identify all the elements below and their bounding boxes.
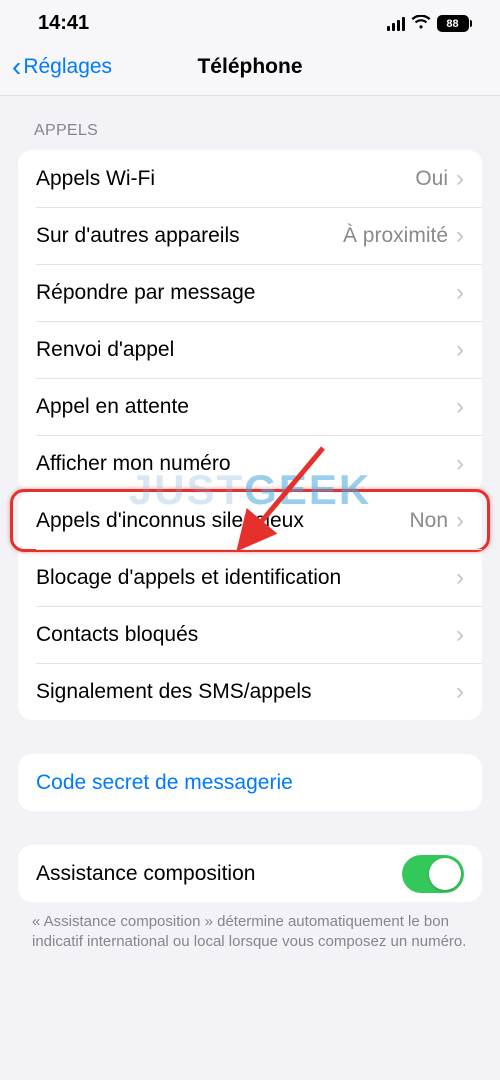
row-call-forwarding[interactable]: Renvoi d'appel › [18, 321, 482, 378]
battery-icon: 88 [437, 15, 473, 32]
row-wifi-calling[interactable]: Appels Wi-Fi Oui › [18, 150, 482, 207]
row-label: Blocage d'appels et identification [36, 566, 341, 590]
chevron-right-icon: › [456, 224, 464, 248]
dial-assist-footer: « Assistance composition » détermine aut… [0, 902, 500, 953]
back-button[interactable]: ‹ Réglages [12, 55, 112, 79]
settings-group-calls: Appels Wi-Fi Oui › Sur d'autres appareil… [18, 150, 482, 492]
row-sms-call-reporting[interactable]: Signalement des SMS/appels › [18, 663, 482, 720]
row-value: À proximité [343, 224, 448, 248]
status-indicators: 88 [387, 15, 473, 33]
settings-group-voicemail: Code secret de messagerie [18, 754, 482, 811]
row-label: Appels d'inconnus silencieux [36, 509, 304, 533]
row-value: Non [409, 509, 448, 533]
chevron-right-icon: › [456, 338, 464, 362]
row-label: Appels Wi-Fi [36, 167, 155, 191]
settings-group-dial-assist: Assistance composition [18, 845, 482, 902]
row-label: Renvoi d'appel [36, 338, 174, 362]
row-label: Contacts bloqués [36, 623, 198, 647]
row-call-blocking-id[interactable]: Blocage d'appels et identification › [18, 549, 482, 606]
row-label: Afficher mon numéro [36, 452, 231, 476]
status-bar: 14:41 88 [0, 0, 500, 41]
nav-bar: ‹ Réglages Téléphone [0, 41, 500, 96]
row-silence-unknown-callers[interactable]: Appels d'inconnus silencieux Non › [18, 492, 482, 549]
section-header-calls: APPELS [0, 96, 500, 150]
chevron-right-icon: › [456, 566, 464, 590]
row-blocked-contacts[interactable]: Contacts bloqués › [18, 606, 482, 663]
settings-group-blocking: Appels d'inconnus silencieux Non › Bloca… [18, 492, 482, 720]
row-show-my-number[interactable]: Afficher mon numéro › [18, 435, 482, 492]
row-value: Oui [415, 167, 448, 191]
chevron-right-icon: › [456, 509, 464, 533]
chevron-left-icon: ‹ [12, 60, 21, 74]
chevron-right-icon: › [456, 281, 464, 305]
chevron-right-icon: › [456, 623, 464, 647]
chevron-right-icon: › [456, 680, 464, 704]
row-other-devices[interactable]: Sur d'autres appareils À proximité › [18, 207, 482, 264]
row-respond-message[interactable]: Répondre par message › [18, 264, 482, 321]
row-call-waiting[interactable]: Appel en attente › [18, 378, 482, 435]
row-label: Sur d'autres appareils [36, 224, 240, 248]
row-label: Signalement des SMS/appels [36, 680, 312, 704]
chevron-right-icon: › [456, 167, 464, 191]
dial-assist-toggle[interactable] [402, 855, 464, 893]
row-dial-assist[interactable]: Assistance composition [18, 845, 482, 902]
status-time: 14:41 [38, 12, 89, 35]
row-voicemail-passcode[interactable]: Code secret de messagerie [18, 754, 482, 811]
row-label: Code secret de messagerie [36, 771, 293, 795]
back-label: Réglages [23, 55, 112, 79]
row-label: Assistance composition [36, 862, 255, 886]
wifi-icon [411, 15, 431, 33]
row-label: Appel en attente [36, 395, 189, 419]
row-label: Répondre par message [36, 281, 255, 305]
chevron-right-icon: › [456, 452, 464, 476]
chevron-right-icon: › [456, 395, 464, 419]
cell-signal-icon [387, 17, 405, 31]
